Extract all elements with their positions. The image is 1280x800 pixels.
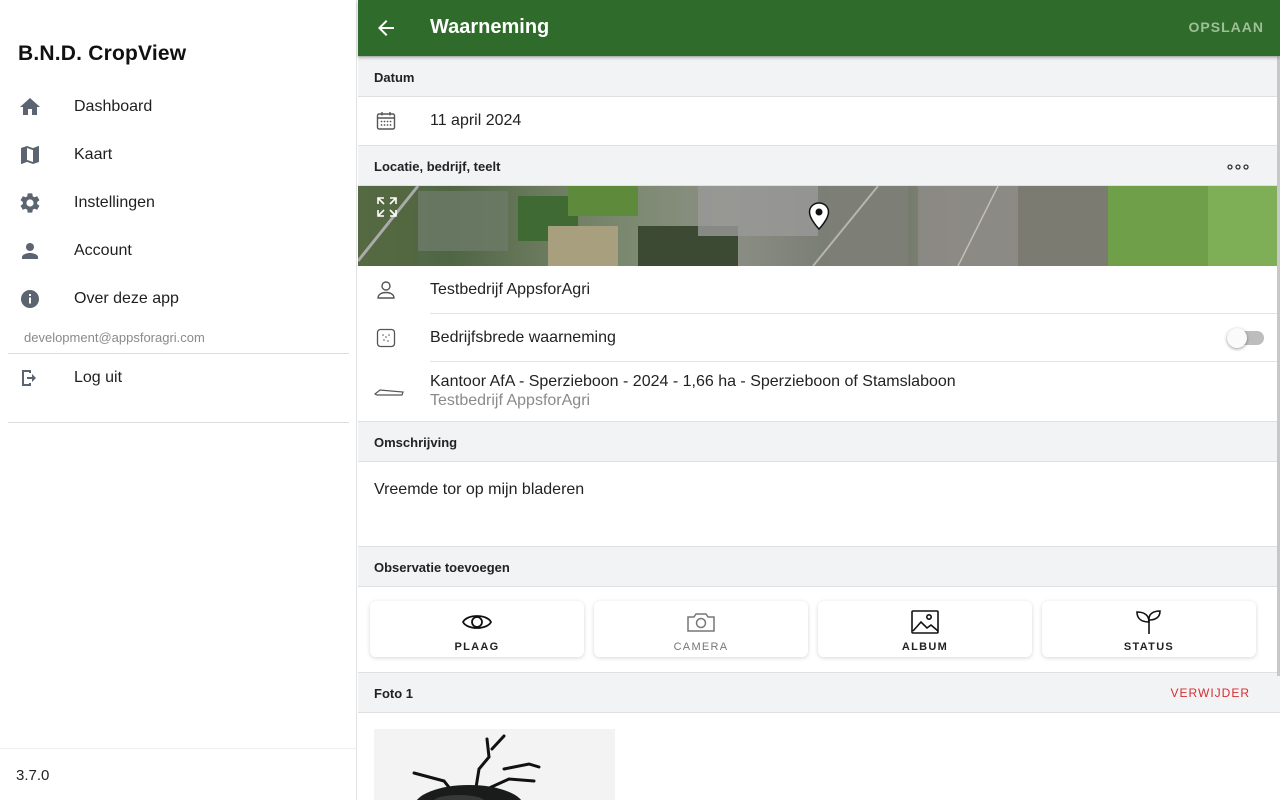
section-title: Observatie toevoegen bbox=[374, 560, 510, 575]
description-field[interactable]: Vreemde tor op mijn bladeren bbox=[358, 462, 1280, 546]
divider bbox=[8, 422, 349, 423]
logout-icon bbox=[18, 366, 42, 390]
section-title: Datum bbox=[374, 70, 415, 85]
section-header-datum: Datum bbox=[358, 56, 1280, 97]
plaag-button[interactable]: PLAAG bbox=[370, 601, 584, 657]
app-version: 3.7.0 bbox=[16, 767, 50, 784]
button-label: STATUS bbox=[1123, 641, 1175, 653]
sidebar-item-label: Over deze app bbox=[74, 290, 179, 307]
version-bar: 3.7.0 bbox=[0, 748, 357, 800]
observation-buttons: PLAAG CAMERA ALBUM STATUS bbox=[358, 588, 1280, 672]
info-icon bbox=[18, 287, 42, 311]
logout-button[interactable]: Log uit bbox=[0, 354, 357, 402]
section-title: Foto 1 bbox=[374, 686, 413, 701]
person-icon bbox=[18, 239, 42, 263]
back-arrow-icon[interactable] bbox=[374, 16, 398, 40]
user-email: development@appsforagri.com bbox=[24, 330, 205, 345]
location-map[interactable] bbox=[358, 186, 1280, 266]
company-wide-label: Bedrijfsbrede waarneming bbox=[430, 329, 616, 346]
sidebar-item-instellingen[interactable]: Instellingen bbox=[0, 179, 357, 227]
observation-screen: Waarneming OPSLAAN Datum 11 april 2024 L… bbox=[358, 0, 1280, 800]
sidebar-item-label: Dashboard bbox=[74, 98, 153, 115]
field-row[interactable]: Kantoor AfA - Sperzieboon - 2024 - 1,66 … bbox=[358, 362, 1280, 420]
company-wide-row[interactable]: Bedrijfsbrede waarneming bbox=[358, 314, 1280, 362]
camera-button[interactable]: CAMERA bbox=[594, 601, 808, 657]
sidebar-item-over-deze-app[interactable]: Over deze app bbox=[0, 275, 357, 323]
map-icon bbox=[18, 143, 42, 167]
company-row[interactable]: Testbedrijf AppsforAgri bbox=[358, 266, 1280, 314]
camera-icon bbox=[685, 609, 717, 635]
date-field[interactable]: 11 april 2024 bbox=[358, 97, 1280, 145]
app-title: B.N.D. CropView bbox=[18, 42, 187, 65]
album-button[interactable]: ALBUM bbox=[818, 601, 1032, 657]
page-title: Waarneming bbox=[430, 16, 550, 38]
location-pin-icon bbox=[808, 202, 830, 231]
expand-map-icon[interactable] bbox=[376, 196, 398, 218]
section-header-omschrijving: Omschrijving bbox=[358, 421, 1280, 462]
sidebar-item-label: Instellingen bbox=[74, 194, 155, 211]
gear-icon bbox=[18, 191, 42, 215]
save-button[interactable]: OPSLAAN bbox=[1189, 19, 1264, 35]
app-bar: Waarneming OPSLAAN bbox=[358, 0, 1280, 56]
delete-photo-button[interactable]: VERWIJDER bbox=[1171, 686, 1250, 700]
button-label: ALBUM bbox=[901, 641, 949, 653]
section-header-locatie: Locatie, bedrijf, teelt bbox=[358, 145, 1280, 186]
status-button[interactable]: STATUS bbox=[1042, 601, 1256, 657]
sprout-icon bbox=[1133, 609, 1165, 635]
calendar-icon bbox=[374, 109, 398, 133]
section-title: Locatie, bedrijf, teelt bbox=[374, 159, 501, 174]
eye-icon bbox=[461, 609, 493, 635]
field-subtitle: Testbedrijf AppsforAgri bbox=[430, 392, 591, 409]
toggle-knob bbox=[1227, 328, 1247, 348]
image-icon bbox=[909, 609, 941, 635]
field-title: Kantoor AfA - Sperzieboon - 2024 - 1,66 … bbox=[430, 373, 956, 390]
button-label: PLAAG bbox=[454, 641, 500, 653]
logout-label: Log uit bbox=[74, 369, 123, 386]
person-outline-icon bbox=[374, 278, 398, 302]
company-name: Testbedrijf AppsforAgri bbox=[430, 281, 591, 298]
section-header-observatie: Observatie toevoegen bbox=[358, 546, 1280, 587]
company-wide-toggle[interactable] bbox=[1227, 328, 1264, 348]
home-icon bbox=[18, 95, 42, 119]
observation-photo[interactable] bbox=[374, 729, 615, 800]
sidebar-item-label: Kaart bbox=[74, 146, 113, 163]
section-title: Omschrijving bbox=[374, 435, 458, 450]
description-text: Vreemde tor op mijn bladeren bbox=[374, 481, 585, 498]
more-horizontal-icon[interactable] bbox=[1226, 160, 1250, 172]
date-value: 11 april 2024 bbox=[430, 112, 522, 129]
sidebar-item-kaart[interactable]: Kaart bbox=[0, 131, 357, 179]
section-header-foto: Foto 1 VERWIJDER bbox=[358, 672, 1280, 713]
sidebar-item-account[interactable]: Account bbox=[0, 227, 357, 275]
beetle-image bbox=[374, 729, 615, 800]
sidebar-item-label: Account bbox=[74, 242, 132, 259]
field-shape-icon bbox=[373, 380, 404, 404]
dotted-square-icon bbox=[374, 326, 398, 350]
navigation-drawer: B.N.D. CropView Dashboard Kaart Instelli… bbox=[0, 0, 357, 800]
button-label: CAMERA bbox=[673, 641, 729, 653]
sidebar-item-dashboard[interactable]: Dashboard bbox=[0, 83, 357, 131]
